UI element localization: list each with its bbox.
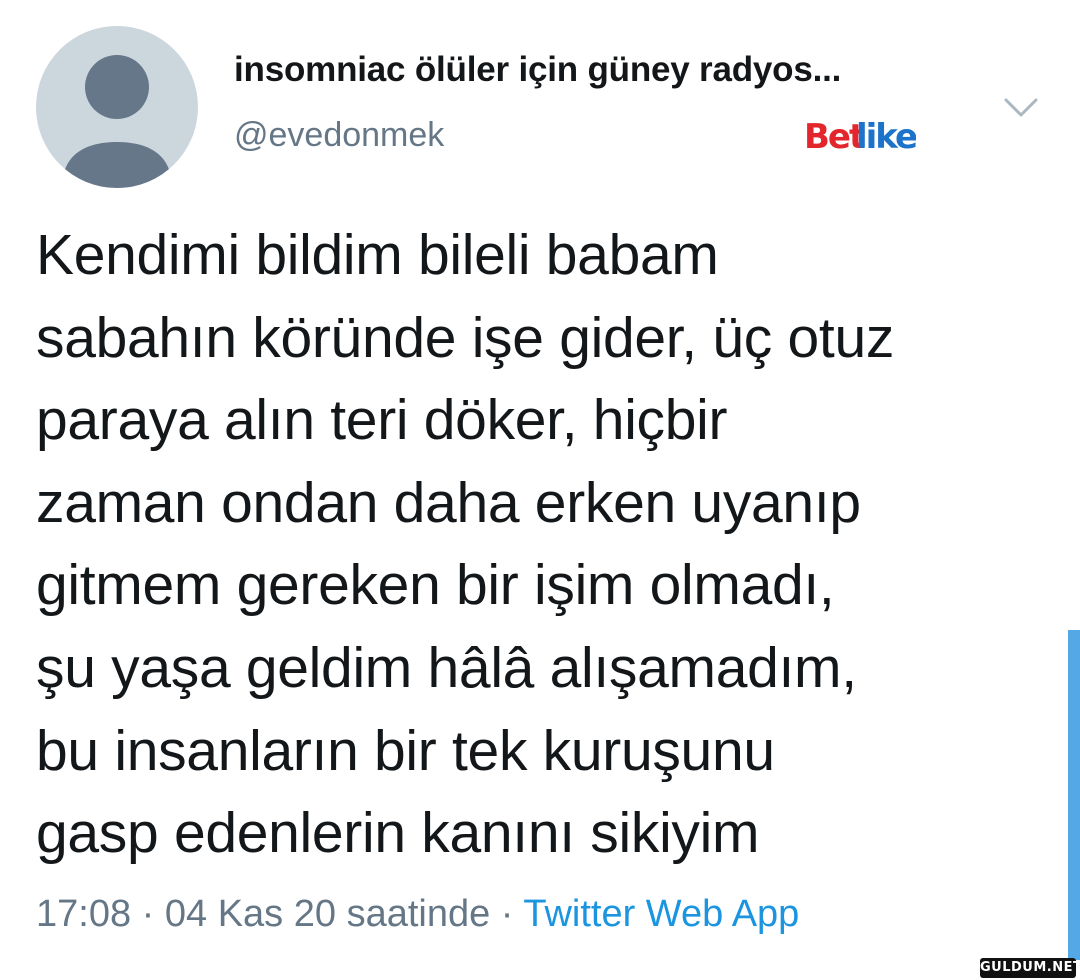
- avatar[interactable]: [36, 26, 198, 188]
- tweet-meta: 17:08 · 04 Kas 20 saatinde · Twitter Web…: [36, 893, 799, 936]
- tweet-text: Kendimi bildim bileli babam sabahın körü…: [36, 223, 895, 866]
- guldum-watermark: GULDUM.NET: [980, 958, 1080, 978]
- betlike-logo-watermark: Bet like: [800, 108, 919, 160]
- scrollbar-thumb[interactable]: [1068, 630, 1080, 960]
- default-user-icon: [62, 55, 172, 188]
- meta-separator: ·: [490, 893, 524, 935]
- tweet-source-link[interactable]: Twitter Web App: [523, 893, 799, 935]
- tweet-date[interactable]: 04 Kas 20 saatinde: [165, 893, 490, 935]
- guldum-watermark-text: GULDUM.NET: [980, 960, 1080, 975]
- chevron-down-icon[interactable]: [1000, 90, 1042, 126]
- svg-text:like: like: [856, 117, 916, 157]
- tweet-time[interactable]: 17:08: [36, 893, 131, 935]
- meta-separator: ·: [131, 893, 165, 935]
- display-name[interactable]: insomniac ölüler için güney radyos...: [234, 50, 841, 90]
- user-handle[interactable]: @evedonmek: [234, 116, 444, 155]
